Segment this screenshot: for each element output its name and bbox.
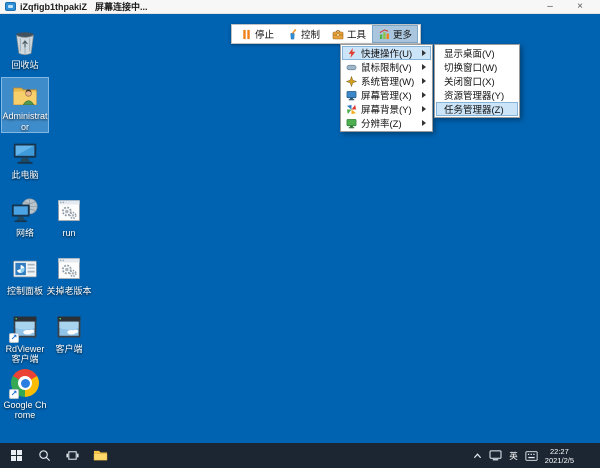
hidden-icons-chevron-icon[interactable] <box>473 452 482 460</box>
desktop-icon-control-panel[interactable]: 控制面板 <box>2 252 48 296</box>
network-icon <box>10 196 40 226</box>
submenu-arrow-icon <box>422 64 426 70</box>
minimize-button[interactable]: – <box>537 0 563 13</box>
menu-item-task-manager[interactable]: 任务管理器(Z) <box>436 102 518 116</box>
control-button[interactable]: 控制 <box>280 25 326 43</box>
monitor-icon <box>346 90 357 101</box>
menu-item-screen-manage[interactable]: 屏幕管理(X) <box>342 88 431 102</box>
desktop-icon-run[interactable]: run <box>46 194 92 238</box>
submenu-arrow-icon <box>422 120 426 126</box>
app-window-icon <box>54 312 84 342</box>
mouse-bar-icon <box>346 62 357 73</box>
chrome-icon: ↗ <box>10 368 40 398</box>
desktop-icon-label: 网络 <box>16 228 34 238</box>
desktop-icon-rdviewer-client[interactable]: ↗ RdViewer客户端 <box>2 310 48 365</box>
user-folder-icon <box>10 80 40 109</box>
stop-button[interactable]: 停止 <box>234 25 280 43</box>
desktop-icon-label: Google Chrome <box>2 400 48 421</box>
control-panel-icon <box>10 254 40 284</box>
menu-item-explorer[interactable]: 资源管理器(Y) <box>436 88 518 102</box>
clock-date: 2021/2/5 <box>545 456 574 465</box>
recycle-bin-icon <box>10 28 40 58</box>
windows-logo-icon <box>11 450 22 461</box>
clock-time: 22:27 <box>545 447 574 456</box>
desktop-icon-close-old-version[interactable]: 关掉老版本 <box>46 252 92 296</box>
menu-item-system-manage[interactable]: 系统管理(W) <box>342 74 431 88</box>
submenu-arrow-icon <box>422 106 426 112</box>
desktop-icon-network[interactable]: 网络 <box>2 194 48 238</box>
stop-label: 停止 <box>255 27 274 41</box>
desktop-icon-label: 此电脑 <box>11 170 38 180</box>
more-menu: 快捷操作(U) 鼠标限制(V) 系统管理(W) <box>340 44 433 132</box>
app-icon <box>5 2 16 11</box>
green-monitor-icon <box>346 118 357 129</box>
tools-label: 工具 <box>347 27 366 41</box>
desktop-icon-administrator[interactable]: Administrator <box>2 78 48 132</box>
lightning-icon <box>346 48 357 59</box>
start-button[interactable] <box>2 443 30 468</box>
remote-desktop: 回收站 Administrator <box>0 14 600 468</box>
taskbar-left <box>0 443 114 468</box>
submenu-arrow-icon <box>422 92 426 98</box>
taskbar: 英 22:27 2021/2/5 <box>0 443 600 468</box>
desktop-icon-label: 控制面板 <box>7 286 43 296</box>
menu-item-screen-background[interactable]: 屏幕背景(Y) <box>342 102 431 116</box>
desktop-icon-label: 关掉老版本 <box>46 286 91 296</box>
window-title-app: iZqfigb1thpakiZ <box>20 2 87 12</box>
file-explorer-button[interactable] <box>86 443 114 468</box>
window-gears-icon <box>54 196 84 226</box>
remote-toolbar: 停止 控制 <box>231 24 421 44</box>
more-label: 更多 <box>393 27 412 41</box>
task-view-button[interactable] <box>58 443 86 468</box>
input-method-indicator[interactable]: 英 <box>509 450 518 462</box>
tools-button[interactable]: 工具 <box>326 25 372 43</box>
toolbox-icon <box>332 28 344 40</box>
menu-item-switch-window[interactable]: 切换窗口(W) <box>436 60 518 74</box>
desktop-icon-label: 回收站 <box>11 60 38 70</box>
window-title-status: 屏幕连接中... <box>95 0 148 13</box>
desktop-icon-this-pc[interactable]: 此电脑 <box>2 136 48 180</box>
taskbar-clock[interactable]: 22:27 2021/2/5 <box>545 447 574 465</box>
menu-item-mouse-restrict[interactable]: 鼠标限制(V) <box>342 60 431 74</box>
quick-actions-submenu: 显示桌面(V) 切换窗口(W) 关闭窗口(X) 资源管理器(Y) 任务管理器(Z… <box>434 44 520 118</box>
desktop-icon-label: run <box>62 228 75 238</box>
network-tray-icon[interactable] <box>489 450 502 461</box>
desktop-icon-label: Administrator <box>2 111 48 132</box>
menu-item-show-desktop[interactable]: 显示桌面(V) <box>436 46 518 60</box>
submenu-arrow-icon <box>422 50 426 56</box>
system-tray: 英 22:27 2021/2/5 <box>473 443 574 468</box>
pinwheel-icon <box>346 104 357 115</box>
window-gears-icon <box>54 254 84 284</box>
menu-item-resolution[interactable]: 分辨率(Z) <box>342 116 431 130</box>
desktop-icon-google-chrome[interactable]: ↗ Google Chrome <box>2 366 48 421</box>
more-button[interactable]: 更多 <box>372 25 418 43</box>
desktop-icon-label: RdViewer客户端 <box>2 344 48 365</box>
shortcut-arrow-icon: ↗ <box>9 389 19 399</box>
close-button[interactable]: × <box>567 0 593 13</box>
menu-item-close-window[interactable]: 关闭窗口(X) <box>436 74 518 88</box>
touch-keyboard-icon[interactable] <box>525 451 538 461</box>
remote-viewer-window: iZqfigb1thpakiZ 屏幕连接中... – × 回收站 <box>0 0 600 468</box>
this-pc-icon <box>10 138 40 168</box>
app-window-icon: ↗ <box>10 312 40 342</box>
shortcut-arrow-icon: ↗ <box>9 333 19 343</box>
star-burst-icon <box>346 76 357 87</box>
search-button[interactable] <box>30 443 58 468</box>
chart-icon <box>378 28 390 40</box>
control-label: 控制 <box>301 27 320 41</box>
titlebar: iZqfigb1thpakiZ 屏幕连接中... – × <box>0 0 600 14</box>
desktop-icon-label: 客户端 <box>55 344 82 354</box>
search-icon <box>38 449 51 462</box>
desktop-icon-recycle-bin[interactable]: 回收站 <box>2 26 48 70</box>
menu-item-quick-actions[interactable]: 快捷操作(U) <box>342 46 431 60</box>
file-explorer-icon <box>93 449 108 462</box>
submenu-arrow-icon <box>422 78 426 84</box>
desktop-icon-client[interactable]: 客户端 <box>46 310 92 354</box>
joystick-icon <box>286 28 298 40</box>
pause-icon <box>240 28 252 40</box>
task-view-icon <box>66 449 79 462</box>
